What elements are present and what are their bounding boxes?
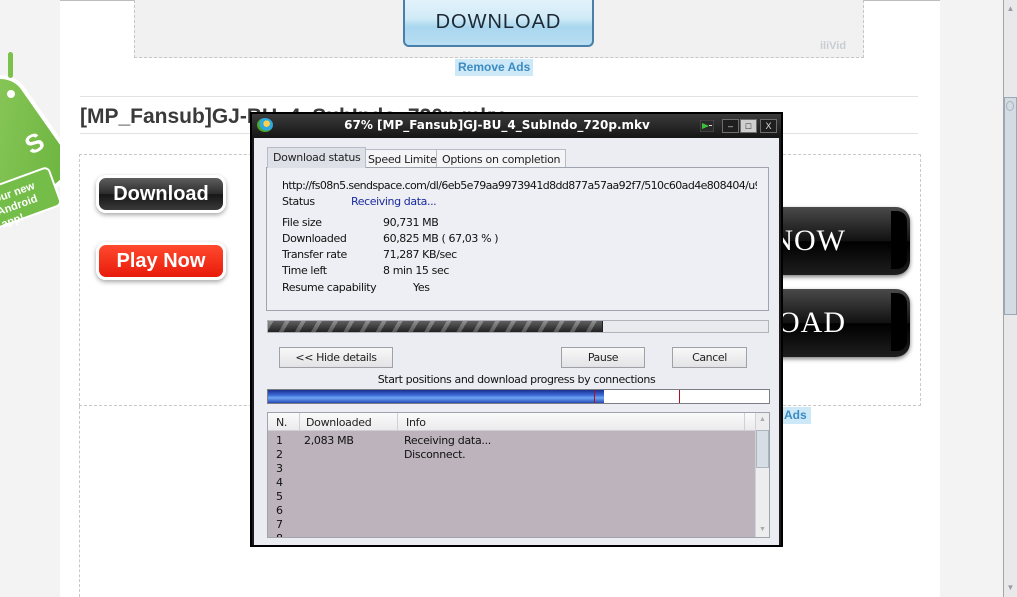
minimize-button[interactable]: – — [722, 119, 739, 133]
android-antenna-icon — [8, 52, 13, 78]
time-left-value: 8 min 15 sec — [383, 264, 449, 277]
transfer-rate-value: 71,287 KB/sec — [383, 248, 457, 261]
ad-brand-label: iliVid — [820, 40, 847, 52]
status-label: Status — [282, 195, 315, 208]
download-status-panel: http://fs08n5.sendspace.com/dl/6eb5e79aa… — [266, 167, 769, 311]
connection-number: 3 — [276, 462, 283, 475]
download-progress-dialog: 67% [MP_Fansub]GJ-BU_4_SubIndo_720p.mkv … — [250, 112, 783, 547]
scroll-up-arrow-icon[interactable]: ▲ — [1004, 2, 1017, 16]
connections-scrollbar[interactable]: ▲ ▼ — [755, 413, 769, 537]
list-scroll-up-icon[interactable]: ▲ — [756, 413, 769, 427]
android-app-ad[interactable]: S Our new Android app! — [0, 48, 60, 238]
downloaded-label: Downloaded — [282, 232, 347, 245]
maximize-button[interactable]: □ — [740, 119, 757, 133]
column-header-downloaded[interactable]: Downloaded — [306, 416, 372, 429]
time-left-label: Time left — [282, 264, 327, 277]
connection-number: 1 — [276, 434, 283, 447]
connection-number: 8 — [276, 532, 283, 537]
connection-row[interactable]: 8 — [268, 532, 756, 537]
list-scrollbar-thumb[interactable] — [756, 430, 769, 468]
remove-ads-link-2[interactable]: Ads — [781, 407, 811, 424]
resume-capability-value: Yes — [413, 281, 430, 294]
column-header-info[interactable]: Info — [406, 416, 426, 429]
divider — [80, 96, 918, 97]
tab-download-status[interactable]: Download status — [267, 147, 367, 168]
connection-row[interactable]: 4 — [268, 476, 756, 490]
dialog-title: 67% [MP_Fansub]GJ-BU_4_SubIndo_720p.mkv — [344, 118, 650, 132]
connections-table: N. Downloaded Info 1 2,083 MB Receiving da… — [267, 412, 770, 538]
transfer-rate-label: Transfer rate — [282, 248, 347, 261]
connection-start-marker — [679, 390, 680, 403]
scrollbar-thumb[interactable] — [1004, 97, 1017, 315]
page-scrollbar[interactable]: ▲ ▼ — [1003, 0, 1017, 597]
status-value: Receiving data... — [351, 195, 437, 208]
dialog-body: Download status Speed Limiter Options on… — [254, 138, 779, 545]
connection-number: 2 — [276, 448, 283, 461]
download-progress-bar — [267, 320, 769, 333]
column-separator[interactable] — [299, 413, 300, 431]
connection-number: 6 — [276, 504, 283, 517]
tab-options-on-completion[interactable]: Options on completion — [436, 149, 567, 168]
connection-number: 7 — [276, 518, 283, 531]
download-url: http://fs08n5.sendspace.com/dl/6eb5e79aa… — [282, 179, 757, 192]
ad-download-button[interactable]: DOWNLOAD — [403, 0, 594, 47]
connection-row[interactable]: 6 — [268, 504, 756, 518]
remove-ads-link[interactable]: Remove Ads — [455, 59, 534, 76]
connections-table-header: N. Downloaded Info — [268, 413, 756, 431]
column-header-number[interactable]: N. — [276, 416, 287, 429]
scrollbar-grip-icon — [1006, 101, 1014, 111]
hide-details-button[interactable]: << Hide details — [279, 347, 393, 368]
play-now-button[interactable]: Play Now — [96, 242, 226, 280]
connections-progress-bar — [267, 389, 770, 404]
resume-capability-label: Resume capability — [282, 281, 377, 294]
file-size-label: File size — [282, 216, 322, 229]
connection-row[interactable]: 3 — [268, 462, 756, 476]
connections-caption: Start positions and download progress by… — [377, 373, 656, 386]
connection-row[interactable]: 5 — [268, 490, 756, 504]
connection-row[interactable]: 7 — [268, 518, 756, 532]
tab-speed-limiter[interactable]: Speed Limiter — [362, 149, 447, 168]
download-progress-fill — [268, 321, 603, 332]
downloaded-value: 60,825 MB ( 67,03 % ) — [383, 232, 499, 245]
connection-info: Receiving data... — [404, 434, 491, 447]
dialog-titlebar[interactable]: 67% [MP_Fansub]GJ-BU_4_SubIndo_720p.mkv … — [252, 114, 781, 138]
connection-row[interactable]: 1 2,083 MB Receiving data... — [268, 434, 756, 448]
content-box-border — [79, 406, 80, 597]
connection-start-marker — [594, 390, 595, 403]
download-button[interactable]: Download — [96, 175, 226, 213]
scroll-down-arrow-icon[interactable]: ▼ — [1004, 581, 1017, 595]
connections-progress-fill — [268, 390, 604, 403]
android-eye-icon — [7, 90, 15, 98]
column-separator[interactable] — [744, 413, 745, 431]
cancel-button[interactable]: Cancel — [672, 347, 747, 368]
pause-button[interactable]: Pause — [561, 347, 645, 368]
list-scroll-down-icon[interactable]: ▼ — [756, 523, 769, 537]
connection-number: 5 — [276, 490, 283, 503]
close-button[interactable]: X — [760, 119, 777, 133]
file-size-value: 90,731 MB — [383, 216, 439, 229]
column-separator[interactable] — [397, 413, 398, 431]
connection-row[interactable]: 2 Disconnect. — [268, 448, 756, 462]
connection-number: 4 — [276, 476, 283, 489]
screen: S Our new Android app! DOWNLOAD iliVid R… — [0, 0, 1017, 597]
speed-flag-icon[interactable] — [700, 120, 714, 132]
connection-downloaded: 2,083 MB — [304, 434, 354, 447]
connection-info: Disconnect. — [404, 448, 466, 461]
